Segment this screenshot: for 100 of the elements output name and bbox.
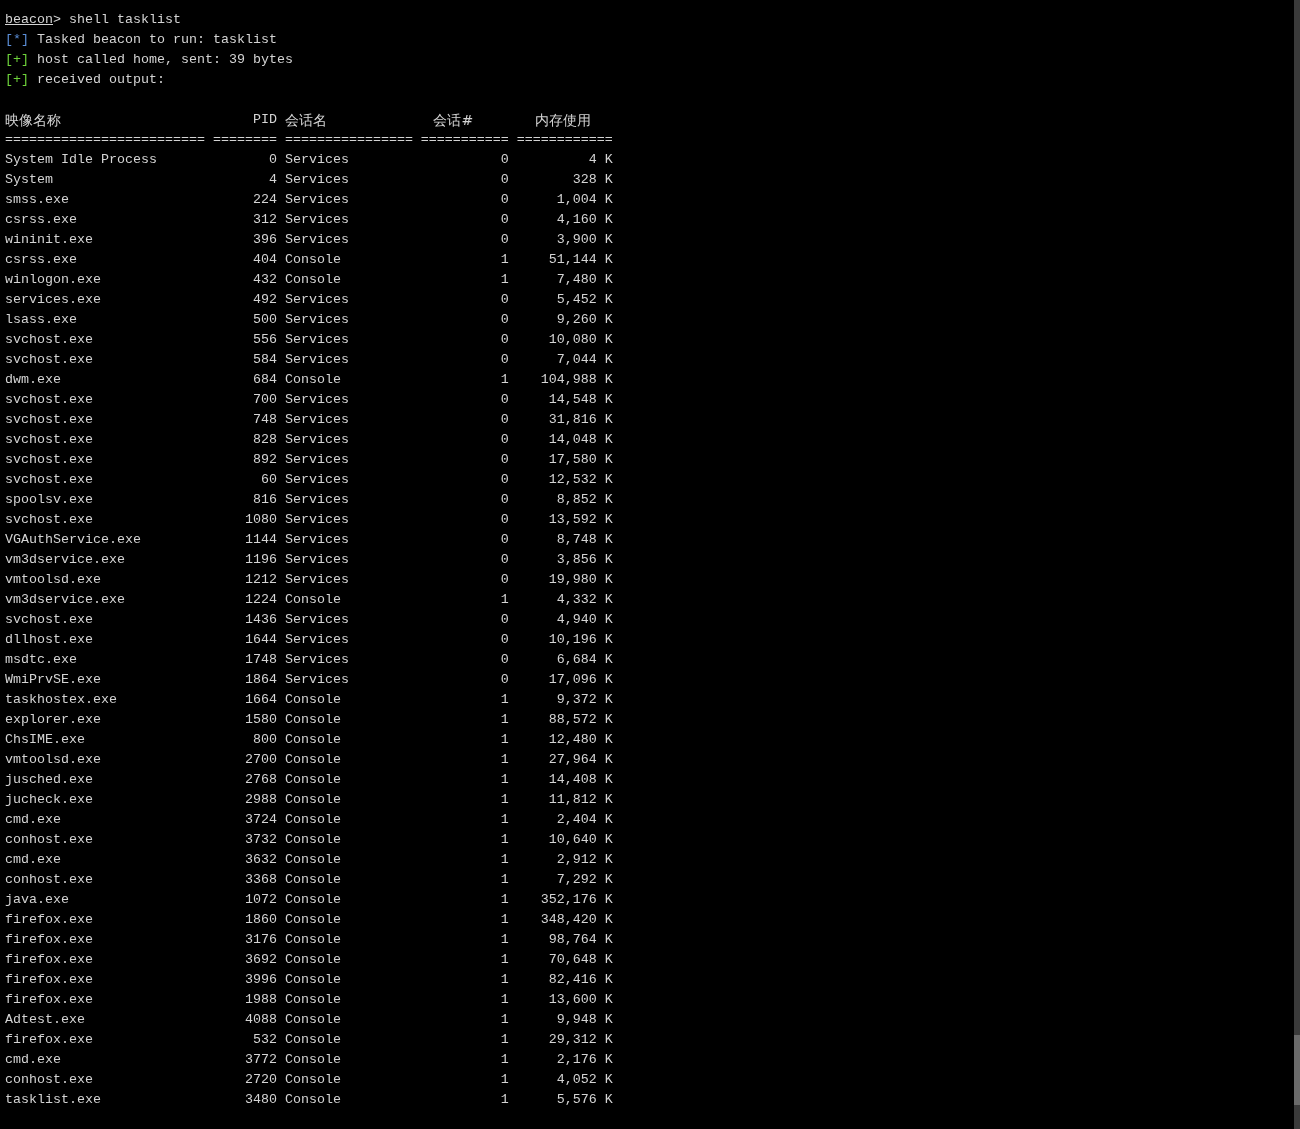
table-cell-text: 1 xyxy=(499,711,509,729)
table-cell-text: 0 xyxy=(499,411,509,429)
table-cell-text: tasklist.exe xyxy=(5,1091,102,1109)
table-cell-text: 4088 xyxy=(243,1011,277,1029)
table-cell-text: Services xyxy=(284,511,350,529)
output-message: received output: xyxy=(37,72,165,87)
table-cell-text: jusched.exe xyxy=(5,771,94,789)
table-cell-text: VGAuthService.exe xyxy=(5,531,142,549)
table-cell-text: 1144 xyxy=(243,531,277,549)
table-cell-text: 0 xyxy=(499,171,509,189)
table-cell-text: Console xyxy=(284,851,342,869)
table-cell-text: 312 xyxy=(251,211,277,229)
prompt-symbol: > xyxy=(53,12,61,27)
table-cell-text: svchost.exe xyxy=(5,471,94,489)
table-cell-text: 3480 xyxy=(243,1091,277,1109)
table-cell-text: svchost.exe xyxy=(5,331,94,349)
table-cell-text: firefox.exe xyxy=(5,1031,94,1049)
table-cell-text: Console xyxy=(284,931,342,949)
table-cell-text: 1212 xyxy=(243,571,277,589)
table-cell-text: 10,196 K xyxy=(547,631,613,649)
table-cell-text: Console xyxy=(284,711,342,729)
table-cell-text: 11,812 K xyxy=(547,791,613,809)
table-cell-text: smss.exe xyxy=(5,191,70,209)
table-cell-text: 0 xyxy=(499,211,509,229)
table-cell-text: 1 xyxy=(499,1011,509,1029)
table-cell-text: Console xyxy=(284,751,342,769)
table-cell-text: Console xyxy=(284,811,342,829)
table-cell-text: 396 xyxy=(251,231,277,249)
table-cell-text: 3692 xyxy=(243,951,277,969)
table-cell-text: 2,912 K xyxy=(555,851,613,869)
table-cell-text: 17,096 K xyxy=(547,671,613,689)
table-cell-text: Console xyxy=(284,271,342,289)
table-cell-text: 4,332 K xyxy=(555,591,613,609)
table-cell-text: 3996 xyxy=(243,971,277,989)
table-cell-text: Console xyxy=(284,791,342,809)
table-cell-text: 70,648 K xyxy=(547,951,613,969)
header-separator: ============ xyxy=(516,131,613,149)
table-cell-text: dwm.exe xyxy=(5,371,62,389)
table-cell-text: 1664 xyxy=(243,691,277,709)
table-cell-text: 0 xyxy=(499,631,509,649)
table-cell-text: 1 xyxy=(499,851,509,869)
table-cell-text: 60 xyxy=(259,471,277,489)
table-cell-text: Services xyxy=(284,611,350,629)
table-cell-text: csrss.exe xyxy=(5,211,78,229)
table-cell-text: firefox.exe xyxy=(5,931,94,949)
table-cell-text: Console xyxy=(284,1051,342,1069)
table-cell-text: 14,548 K xyxy=(547,391,613,409)
table-cell-text: Console xyxy=(284,891,342,909)
table-cell-text: WmiPrvSE.exe xyxy=(5,671,102,689)
table-cell-text: spoolsv.exe xyxy=(5,491,94,509)
table-cell-text: 13,600 K xyxy=(547,991,613,1009)
table-cell-text: 1 xyxy=(499,951,509,969)
scrollbar-thumb[interactable] xyxy=(1294,1035,1300,1105)
table-cell-text: 3772 xyxy=(243,1051,277,1069)
table-cell-text: firefox.exe xyxy=(5,951,94,969)
column-header: 会话名 xyxy=(284,111,328,130)
table-cell-text: 0 xyxy=(499,671,509,689)
table-cell-text: 17,580 K xyxy=(547,451,613,469)
table-cell-text: Services xyxy=(284,411,350,429)
table-cell-text: 6,684 K xyxy=(555,651,613,669)
table-cell-text: 0 xyxy=(499,531,509,549)
table-cell-text: 5,576 K xyxy=(555,1091,613,1109)
table-cell-text: 51,144 K xyxy=(547,251,613,269)
table-cell-text: 1 xyxy=(499,871,509,889)
table-cell-text: Adtest.exe xyxy=(5,1011,86,1029)
table-cell-text: Services xyxy=(284,191,350,209)
prompt-label: beacon xyxy=(5,12,53,27)
table-cell-text: svchost.exe xyxy=(5,411,94,429)
table-cell-text: 88,572 K xyxy=(547,711,613,729)
table-cell-text: Console xyxy=(284,1091,342,1109)
output-message: host called home, sent: 39 bytes xyxy=(37,52,293,67)
table-cell-text: 1 xyxy=(499,811,509,829)
table-cell-text: 2700 xyxy=(243,751,277,769)
table-cell-text: Services xyxy=(284,491,350,509)
table-cell-text: 3368 xyxy=(243,871,277,889)
table-cell-text: 1 xyxy=(499,831,509,849)
status-marker: [+] xyxy=(5,72,29,87)
table-cell-text: Console xyxy=(284,831,342,849)
table-cell-text: 500 xyxy=(251,311,277,329)
table-cell-text: vm3dservice.exe xyxy=(5,591,126,609)
table-cell-text: 0 xyxy=(499,311,509,329)
table-cell-text: 19,980 K xyxy=(547,571,613,589)
table-cell-text: 1 xyxy=(499,371,509,389)
header-separator: ========================= xyxy=(5,131,205,149)
table-cell-text: Services xyxy=(284,531,350,549)
table-cell-text: jucheck.exe xyxy=(5,791,94,809)
table-cell-text: Console xyxy=(284,951,342,969)
table-cell-text: 1436 xyxy=(243,611,277,629)
table-cell-text: 1860 xyxy=(243,911,277,929)
table-cell-text: 1 xyxy=(499,931,509,949)
table-cell-text: Console xyxy=(284,971,342,989)
table-cell-text: 0 xyxy=(499,511,509,529)
table-cell-text: 1988 xyxy=(243,991,277,1009)
table-cell-text: Services xyxy=(284,631,350,649)
table-cell-text: svchost.exe xyxy=(5,511,94,529)
table-cell-text: 1224 xyxy=(243,591,277,609)
table-cell-text: 82,416 K xyxy=(547,971,613,989)
table-cell-text: 1 xyxy=(499,251,509,269)
table-cell-text: svchost.exe xyxy=(5,391,94,409)
table-cell-text: 8,852 K xyxy=(555,491,613,509)
